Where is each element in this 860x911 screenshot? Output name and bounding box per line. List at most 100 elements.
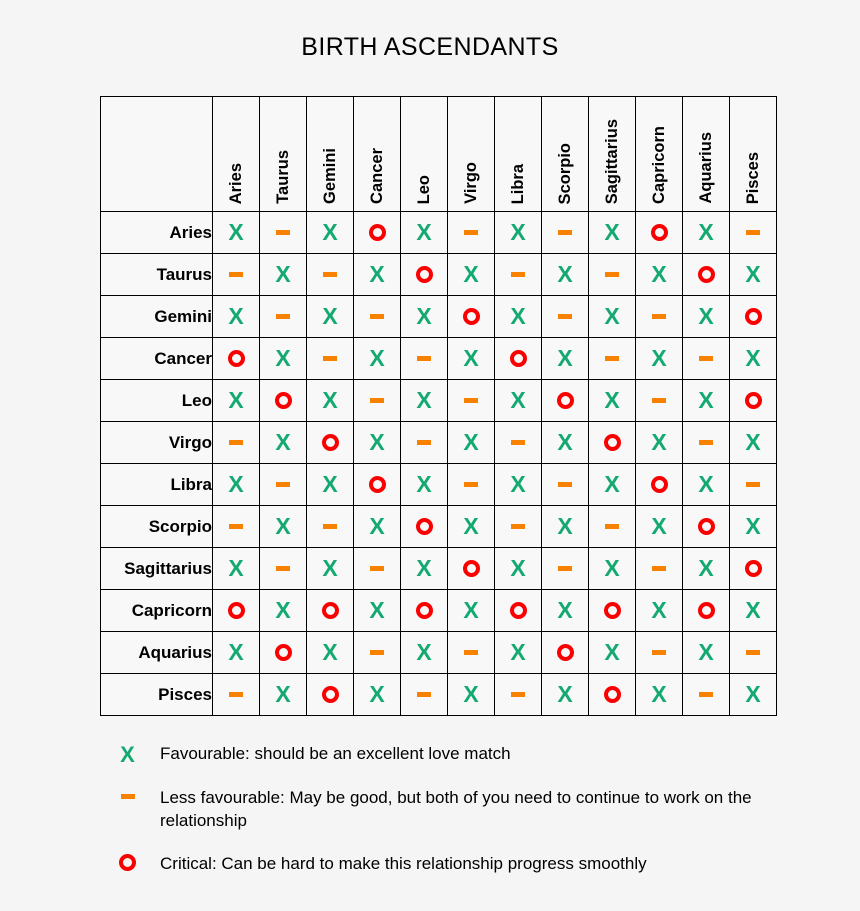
column-header: Gemini [306, 96, 354, 212]
matrix-cell: X [541, 505, 589, 548]
matrix-cell: X [682, 463, 730, 506]
column-header: Aquarius [682, 96, 730, 212]
x-mark-icon: X [369, 345, 385, 371]
matrix-cell: X [400, 211, 448, 254]
matrix-cell: X [400, 463, 448, 506]
dash-icon [120, 794, 135, 800]
matrix-cell: X [306, 463, 354, 506]
x-mark-icon: X [604, 471, 620, 497]
matrix-cell: X [682, 211, 730, 254]
matrix-cell: X [447, 673, 495, 716]
matrix-cell [588, 421, 636, 464]
matrix-cell [682, 505, 730, 548]
matrix-cell: X [353, 337, 401, 380]
x-mark-icon: X [698, 219, 714, 245]
dash-icon [464, 649, 478, 655]
x-mark-icon: X [369, 261, 385, 287]
matrix-cell: X [588, 547, 636, 590]
circle-icon [119, 854, 136, 872]
table-row: Taurus X X X X X X [100, 253, 777, 296]
legend-label: Favourable: should be an excellent love … [160, 744, 511, 763]
dash-icon [746, 649, 760, 655]
matrix-cell [588, 505, 636, 548]
matrix-cell: X [588, 463, 636, 506]
x-mark-icon: X [745, 345, 761, 371]
dash-icon [511, 271, 525, 277]
matrix-cell [588, 589, 636, 632]
matrix-cell: X [212, 211, 260, 254]
matrix-cell [541, 547, 589, 590]
matrix-cell: X [212, 379, 260, 422]
matrix-cell [729, 631, 777, 674]
dash-icon [699, 691, 713, 697]
matrix-cell [400, 253, 448, 296]
legend-symbol [95, 852, 160, 872]
matrix-cell [447, 547, 495, 590]
dash-icon [276, 229, 290, 235]
legend-label: Less favourable: May be good, but both o… [160, 788, 752, 830]
matrix-cell: X [541, 589, 589, 632]
matrix-cell: X [400, 547, 448, 590]
matrix-cell: X [494, 631, 542, 674]
dash-icon [605, 271, 619, 277]
row-header-label: Scorpio [100, 505, 213, 548]
dash-icon [370, 565, 384, 571]
row-header-label: Gemini [100, 295, 213, 338]
circle-icon [744, 391, 762, 409]
dash-icon [370, 397, 384, 403]
matrix-cell [682, 589, 730, 632]
matrix-cell: X [635, 421, 683, 464]
x-mark-icon: X [322, 555, 338, 581]
x-mark-icon: X [510, 387, 526, 413]
table-body: Aries X X X X X X Taurus X X X X X X Gemini X X X X X X Cance… [100, 211, 777, 716]
x-mark-icon: X [557, 681, 573, 707]
dash-icon [605, 355, 619, 361]
matrix-cell [494, 421, 542, 464]
matrix-cell [447, 463, 495, 506]
dash-icon [652, 649, 666, 655]
matrix-cell [729, 379, 777, 422]
matrix-cell: X [494, 379, 542, 422]
matrix-cell: X [259, 589, 307, 632]
x-mark-icon: X [698, 555, 714, 581]
matrix-cell: X [306, 547, 354, 590]
x-mark-icon: X [604, 555, 620, 581]
x-mark-icon: X [369, 681, 385, 707]
matrix-cell [635, 295, 683, 338]
circle-icon [415, 265, 433, 283]
dash-icon [229, 271, 243, 277]
x-mark-icon: X [745, 261, 761, 287]
matrix-cell [729, 295, 777, 338]
matrix-cell [447, 211, 495, 254]
dash-icon [511, 439, 525, 445]
x-mark-icon: X [651, 429, 667, 455]
circle-icon [227, 601, 245, 619]
column-header-label: Sagittarius [603, 118, 621, 204]
x-mark-icon: X [416, 471, 432, 497]
matrix-cell [212, 337, 260, 380]
row-header-label: Virgo [100, 421, 213, 464]
column-header: Aries [212, 96, 260, 212]
dash-icon [323, 355, 337, 361]
matrix-cell [635, 547, 683, 590]
matrix-cell [541, 463, 589, 506]
circle-icon [556, 391, 574, 409]
matrix-cell [306, 421, 354, 464]
matrix-cell [541, 631, 589, 674]
compatibility-chart-page: BIRTH ASCENDANTS Aries Taurus Gemini Cancer… [0, 0, 860, 911]
x-mark-icon: X [698, 303, 714, 329]
table-row: Cancer X X X X X X [100, 337, 777, 380]
matrix-cell [541, 379, 589, 422]
matrix-cell: X [494, 295, 542, 338]
circle-icon [274, 643, 292, 661]
matrix-cell: X [400, 295, 448, 338]
matrix-cell [588, 253, 636, 296]
matrix-cell: X [729, 337, 777, 380]
matrix-cell [635, 631, 683, 674]
dash-icon [229, 691, 243, 697]
matrix-cell: X [729, 673, 777, 716]
x-mark-icon: X [275, 429, 291, 455]
x-mark-icon: X [557, 513, 573, 539]
x-mark-icon: X [416, 303, 432, 329]
x-mark-icon: X [510, 555, 526, 581]
